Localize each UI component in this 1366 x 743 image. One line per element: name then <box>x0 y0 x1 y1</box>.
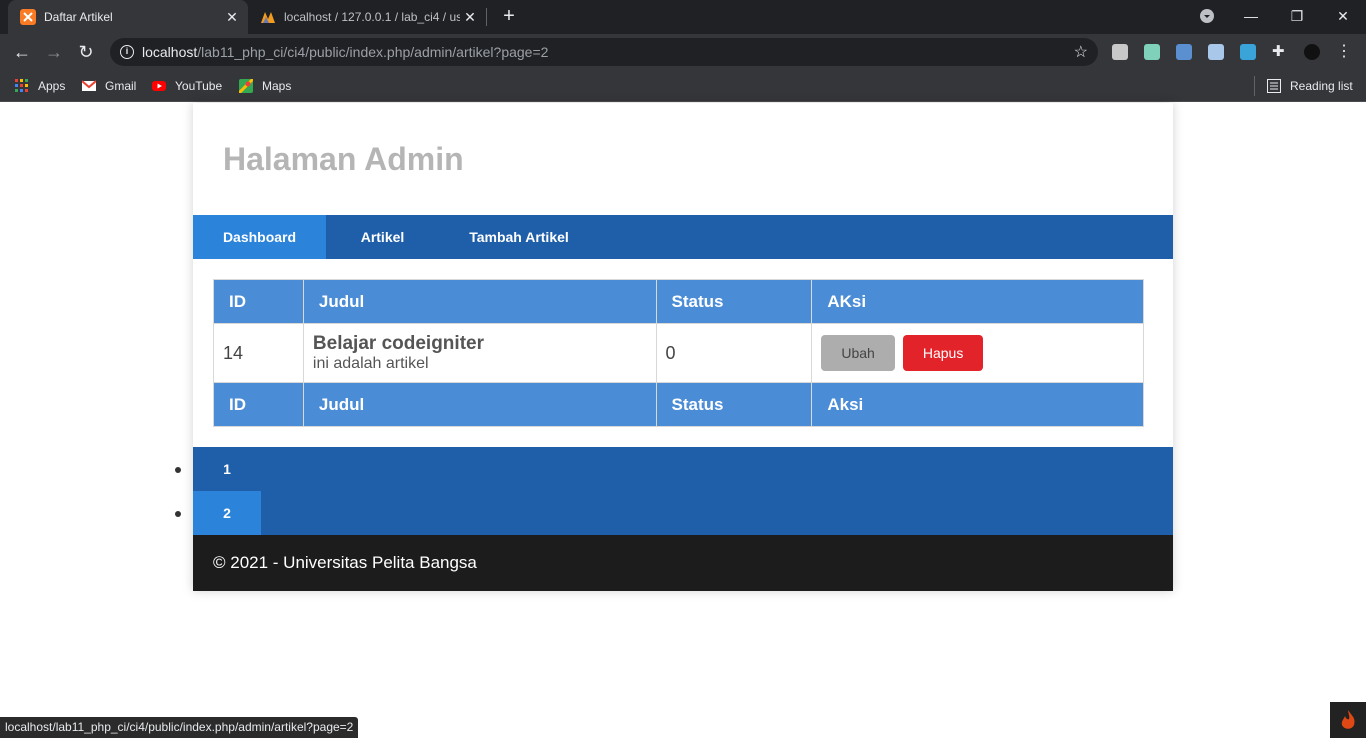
bookmark-label: Gmail <box>105 79 137 93</box>
gmail-icon <box>82 80 96 91</box>
page-header: Halaman Admin <box>193 103 1173 215</box>
site-info-icon[interactable]: i <box>120 45 134 59</box>
bookmark-apps[interactable]: Apps <box>15 77 65 95</box>
bookmarks-divider <box>1254 76 1255 96</box>
bookmark-label: YouTube <box>175 79 223 93</box>
bookmarks-bar: Apps Gmail YouTube Maps Reading list <box>0 70 1366 102</box>
tab-title: Daftar Artikel <box>44 10 113 24</box>
bookmark-star-icon[interactable]: ☆ <box>1074 42 1088 62</box>
reading-list-icon <box>1267 79 1281 93</box>
col-header-aksi: AKsi <box>811 279 1144 324</box>
extension-icon[interactable] <box>1208 44 1224 60</box>
url-path: /lab11_php_ci/ci4/public/index.php/admin… <box>197 44 549 60</box>
table-header-row: ID Judul Status AKsi <box>213 279 1144 324</box>
minimize-icon[interactable]: — <box>1237 4 1265 28</box>
close-window-icon[interactable]: ✕ <box>1329 4 1357 28</box>
address-bar[interactable]: i localhost/lab11_php_ci/ci4/public/inde… <box>110 38 1098 66</box>
xampp-icon <box>20 9 36 25</box>
address-url: localhost/lab11_php_ci/ci4/public/index.… <box>142 44 548 60</box>
table-row: 14 Belajar codeigniter ini adalah artike… <box>213 323 1144 383</box>
bookmark-youtube[interactable]: YouTube <box>152 77 222 95</box>
extension-icon[interactable] <box>1240 44 1256 60</box>
codeigniter-debug-icon[interactable] <box>1330 702 1366 738</box>
pagination: 1 2 <box>193 447 1173 535</box>
nav-artikel[interactable]: Artikel <box>326 215 439 259</box>
maps-icon <box>239 79 253 93</box>
main-nav: Dashboard Artikel Tambah Artikel <box>193 215 1173 259</box>
status-bar-url: localhost/lab11_php_ci/ci4/public/index.… <box>0 717 359 738</box>
cell-aksi: Ubah Hapus <box>811 323 1144 383</box>
edit-button[interactable]: Ubah <box>821 335 895 371</box>
cell-status: 0 <box>655 323 813 383</box>
page-link-1[interactable]: 1 <box>193 447 261 491</box>
tab-search-icon[interactable] <box>1193 4 1221 28</box>
col-footer-status: Status <box>655 382 813 427</box>
bookmark-label: Apps <box>38 79 66 93</box>
bookmark-label: Maps <box>262 79 292 93</box>
article-excerpt: ini adalah artikel <box>312 355 429 372</box>
forward-icon[interactable]: → <box>42 40 66 64</box>
close-tab-icon[interactable]: ✕ <box>460 9 480 26</box>
table-footer-row: ID Judul Status Aksi <box>213 382 1144 427</box>
list-bullet <box>175 467 181 473</box>
article-title: Belajar codeigniter <box>312 333 484 354</box>
artikel-table: ID Judul Status AKsi 14 Belajar codeigni… <box>213 279 1144 427</box>
extensions-puzzle-icon[interactable]: ✚ <box>1272 44 1288 60</box>
col-footer-id: ID <box>213 382 304 427</box>
tab-divider <box>486 8 487 26</box>
page-title: Halaman Admin <box>223 141 464 177</box>
col-header-judul: Judul <box>302 279 657 324</box>
extension-icon[interactable] <box>1112 44 1128 60</box>
reading-list-button[interactable]: Reading list <box>1267 77 1353 95</box>
profile-avatar-icon[interactable] <box>1304 44 1320 60</box>
reading-list-label: Reading list <box>1290 79 1353 93</box>
youtube-icon <box>152 81 166 91</box>
url-host: localhost <box>142 44 198 60</box>
col-footer-aksi: Aksi <box>811 382 1144 427</box>
page-viewport: Halaman Admin Dashboard Artikel Tambah A… <box>0 103 1366 738</box>
menu-kebab-icon[interactable]: ⋮ <box>1336 44 1352 60</box>
col-header-status: Status <box>655 279 813 324</box>
list-bullet <box>175 511 181 517</box>
bookmark-gmail[interactable]: Gmail <box>82 77 136 95</box>
restore-icon[interactable]: ❐ <box>1283 4 1311 28</box>
cell-id: 14 <box>213 323 304 383</box>
extension-icon[interactable] <box>1144 44 1160 60</box>
browser-toolbar: ← → ↻ i localhost/lab11_php_ci/ci4/publi… <box>0 34 1366 70</box>
bookmark-maps[interactable]: Maps <box>239 77 291 95</box>
nav-tambah-artikel[interactable]: Tambah Artikel <box>439 215 599 259</box>
back-icon[interactable]: ← <box>10 40 34 64</box>
admin-container: Halaman Admin Dashboard Artikel Tambah A… <box>193 103 1173 591</box>
cell-judul: Belajar codeigniter ini adalah artikel <box>302 323 657 383</box>
col-header-id: ID <box>213 279 304 324</box>
close-tab-icon[interactable]: ✕ <box>222 9 242 26</box>
page-link-2[interactable]: 2 <box>193 491 261 535</box>
page-footer: © 2021 - Universitas Pelita Bangsa <box>193 535 1173 591</box>
nav-dashboard[interactable]: Dashboard <box>193 215 326 259</box>
phpmyadmin-icon <box>261 12 275 23</box>
apps-grid-icon <box>15 79 28 92</box>
tab-phpmyadmin[interactable]: localhost / 127.0.0.1 / lab_ci4 / us ✕ <box>250 0 486 34</box>
new-tab-icon[interactable]: + <box>498 5 520 27</box>
reload-icon[interactable]: ↻ <box>74 40 98 64</box>
delete-button[interactable]: Hapus <box>902 335 984 371</box>
extension-icon[interactable] <box>1176 44 1192 60</box>
col-footer-judul: Judul <box>302 382 657 427</box>
tab-title: localhost / 127.0.0.1 / lab_ci4 / us <box>284 10 460 24</box>
tab-daftar-artikel[interactable]: Daftar Artikel ✕ <box>8 0 248 34</box>
browser-tabstrip: Daftar Artikel ✕ localhost / 127.0.0.1 /… <box>0 0 1366 34</box>
